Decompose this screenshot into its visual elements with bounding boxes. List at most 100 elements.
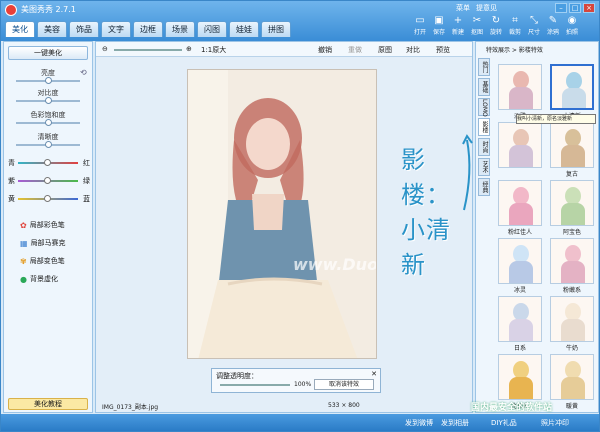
doodle-button[interactable]: ✎ 涂鸦 bbox=[544, 15, 562, 36]
minimize-button[interactable]: – bbox=[555, 3, 567, 13]
background-blur[interactable]: ● 背景虚化 bbox=[20, 274, 58, 284]
tab-flash[interactable]: 闪图 bbox=[197, 21, 227, 37]
yellow-blue-slider[interactable]: 黄蓝 bbox=[8, 194, 90, 204]
share-weibo-link[interactable]: 发到微博 bbox=[405, 418, 433, 428]
zoom-in-icon[interactable]: ⊕ bbox=[186, 45, 192, 53]
effect-thumb[interactable] bbox=[550, 122, 594, 168]
thumb-body bbox=[509, 145, 533, 167]
close-button[interactable]: × bbox=[583, 3, 595, 13]
thumb-body bbox=[561, 261, 585, 283]
one-click-beautify-button[interactable]: 一键美化 bbox=[8, 46, 88, 60]
tab-doll[interactable]: 娃娃 bbox=[229, 21, 259, 37]
effect-thumb[interactable] bbox=[498, 122, 542, 168]
thumb-body bbox=[561, 377, 585, 399]
effect-thumb-label: 牛奶 bbox=[565, 345, 578, 352]
tab-beauty[interactable]: 美容 bbox=[37, 21, 67, 37]
compare-button[interactable]: 对比 bbox=[406, 45, 420, 55]
diy-gift-link[interactable]: DIY礼品 bbox=[491, 418, 517, 428]
maximize-button[interactable]: □ bbox=[569, 3, 581, 13]
undo-button[interactable]: 撤销 bbox=[318, 45, 332, 55]
canvas-toolbar: ⊖ ⊕ 1:1原大 撤销 重做 原图 对比 预览 bbox=[96, 42, 472, 57]
effect-thumb[interactable] bbox=[498, 180, 542, 226]
menu-link[interactable]: 菜单 bbox=[456, 3, 470, 13]
tutorial-button[interactable]: 美化教程 bbox=[8, 398, 88, 410]
tab-text[interactable]: 文字 bbox=[101, 21, 131, 37]
effects-panel: 特效展示 > 影楼特效 热门 基础 LOMO 影楼 时尚 艺术 经典 淡雅小清新… bbox=[475, 41, 599, 413]
resize-button[interactable]: ⤡ 尺寸 bbox=[525, 15, 543, 36]
effect-thumb-label: 日系 bbox=[513, 345, 526, 352]
effect-thumb-label: 暖黄 bbox=[565, 403, 578, 410]
zoom-label[interactable]: 1:1原大 bbox=[201, 45, 226, 55]
doodle-icon: ✎ bbox=[548, 15, 558, 26]
new-button[interactable]: + 新建 bbox=[449, 15, 467, 36]
top-links: 菜单 提意见 bbox=[456, 3, 497, 13]
opacity-panel: 调整透明度： ✕ 100% 取消该特效 bbox=[211, 368, 381, 393]
open-button[interactable]: ▭ 打开 bbox=[411, 15, 429, 36]
tab-beautify[interactable]: 美化 bbox=[5, 21, 35, 37]
tab-frame[interactable]: 边框 bbox=[133, 21, 163, 37]
cutout-button[interactable]: ✂ 抠图 bbox=[468, 15, 486, 36]
effect-tooltip: 我叫小清新，原名淡雅新 bbox=[516, 114, 596, 124]
app-window: 美图秀秀 2.7.1 菜单 提意见 – □ × 美化 美容 饰品 文字 边框 场… bbox=[0, 0, 600, 432]
breadcrumb: 特效展示 > 影楼特效 bbox=[486, 47, 543, 54]
vtab-lomo[interactable]: LOMO bbox=[478, 98, 490, 117]
purple-green-slider[interactable]: 紫绿 bbox=[8, 176, 90, 186]
preview-button[interactable]: 预览 bbox=[436, 45, 450, 55]
canvas-area: ⊖ ⊕ 1:1原大 撤销 重做 原图 对比 预览 www.Duo 影楼：小清新 … bbox=[95, 41, 473, 413]
zoom-out-icon[interactable]: ⊖ bbox=[102, 45, 108, 53]
close-panel-icon[interactable]: ✕ bbox=[371, 370, 377, 378]
effect-thumb[interactable] bbox=[550, 180, 594, 226]
rotate-button[interactable]: ↻ 旋转 bbox=[487, 15, 505, 36]
vtab-art[interactable]: 艺术 bbox=[478, 158, 490, 176]
brightness-slider[interactable]: 亮度 bbox=[4, 68, 92, 84]
zoom-slider[interactable] bbox=[114, 49, 182, 51]
local-recolor-pen[interactable]: ✾ 局部变色笔 bbox=[20, 256, 65, 266]
tab-scene[interactable]: 场景 bbox=[165, 21, 195, 37]
cancel-effect-button[interactable]: 取消该特效 bbox=[314, 379, 374, 390]
open-icon: ▭ bbox=[415, 15, 425, 26]
camera-button[interactable]: ◉ 拍照 bbox=[563, 15, 581, 36]
sharpness-slider[interactable]: 清晰度 bbox=[4, 132, 92, 148]
cyan-red-slider[interactable]: 青红 bbox=[8, 158, 90, 168]
thumb-body bbox=[509, 261, 533, 283]
thumb-body bbox=[509, 203, 533, 225]
vtab-classic[interactable]: 经典 bbox=[478, 178, 490, 196]
app-logo-icon bbox=[5, 4, 17, 16]
portrait-image bbox=[188, 70, 376, 358]
effect-thumb[interactable] bbox=[498, 296, 542, 342]
opacity-slider[interactable] bbox=[220, 384, 290, 386]
redo-button[interactable]: 重做 bbox=[348, 45, 362, 55]
original-button[interactable]: 原图 bbox=[378, 45, 392, 55]
window-controls: – □ × bbox=[555, 3, 595, 13]
effect-thumb[interactable] bbox=[550, 238, 594, 284]
photo-preview[interactable]: www.DuoTe.com bbox=[187, 69, 377, 359]
vtab-studio[interactable]: 影楼 bbox=[478, 118, 490, 136]
crop-button[interactable]: ⌗ 裁剪 bbox=[506, 15, 524, 36]
vtab-hot[interactable]: 热门 bbox=[478, 58, 490, 76]
save-button[interactable]: ▣ 保存 bbox=[430, 15, 448, 36]
local-color-pen[interactable]: ✿ 局部彩色笔 bbox=[20, 220, 65, 230]
effect-thumb[interactable] bbox=[550, 354, 594, 400]
feedback-link[interactable]: 提意见 bbox=[476, 3, 497, 13]
local-mosaic[interactable]: ▦ 局部马赛克 bbox=[20, 238, 66, 248]
effect-thumb[interactable] bbox=[498, 238, 542, 284]
vtab-basic[interactable]: 基础 bbox=[478, 78, 490, 96]
vtab-fashion[interactable]: 时尚 bbox=[478, 138, 490, 156]
thumb-body bbox=[561, 319, 585, 341]
effect-thumb[interactable] bbox=[498, 354, 542, 400]
main-tabs: 美化 美容 饰品 文字 边框 场景 闪图 娃娃 拼图 bbox=[5, 21, 291, 37]
share-album-link[interactable]: 发到相册 bbox=[441, 418, 469, 428]
photo-print-link[interactable]: 照片冲印 bbox=[541, 418, 569, 428]
effect-thumb-label: 粉嫩系 bbox=[562, 287, 581, 294]
effect-thumb[interactable] bbox=[498, 64, 542, 110]
effect-thumb-label: 粉红佳人 bbox=[507, 229, 532, 236]
thumb-body bbox=[561, 145, 585, 167]
effect-thumb[interactable] bbox=[550, 64, 594, 110]
tab-accessories[interactable]: 饰品 bbox=[69, 21, 99, 37]
contrast-slider[interactable]: 对比度 bbox=[4, 88, 92, 104]
toolbar: ▭ 打开 ▣ 保存 + 新建 ✂ 抠图 ↻ 旋转 ⌗ 裁剪 ⤡ 尺寸 ✎ 涂鸦 ◉ 拍照 bbox=[411, 15, 581, 36]
tab-collage[interactable]: 拼图 bbox=[261, 21, 291, 37]
saturation-slider[interactable]: 色彩饱和度 bbox=[4, 110, 92, 126]
effect-thumb[interactable] bbox=[550, 296, 594, 342]
title-bar: 美图秀秀 2.7.1 菜单 提意见 – □ × 美化 美容 饰品 文字 边框 场… bbox=[1, 1, 599, 41]
